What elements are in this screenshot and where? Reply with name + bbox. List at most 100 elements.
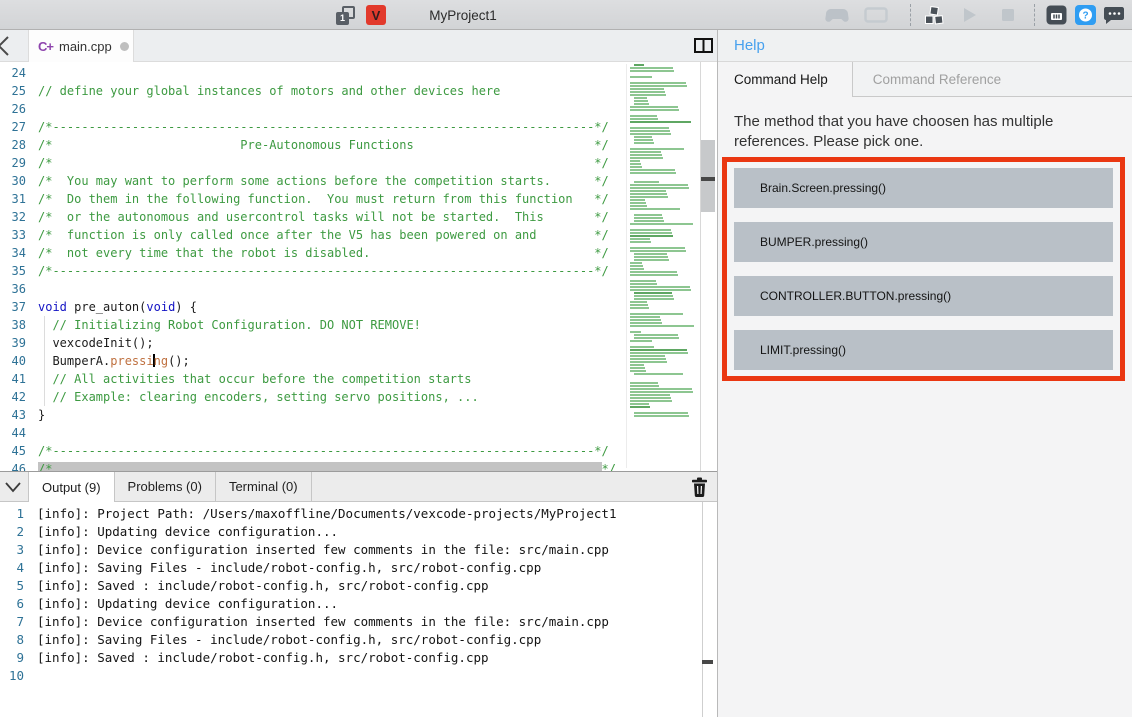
minimap[interactable] bbox=[626, 64, 698, 468]
code-segment: void bbox=[38, 300, 67, 314]
code-segment: /* bbox=[38, 462, 602, 471]
code-line[interactable]: 33/* function is only called once after … bbox=[0, 226, 616, 244]
code-line[interactable]: 30/* You may want to perform some action… bbox=[0, 172, 616, 190]
collapse-panel-button[interactable] bbox=[4, 480, 22, 499]
code-editor[interactable]: 2425// define your global instances of m… bbox=[0, 62, 717, 471]
editor-scrollbar-thumb[interactable] bbox=[701, 140, 715, 212]
code-line[interactable]: 34/* not every time that the robot is di… bbox=[0, 244, 616, 262]
reference-option-3[interactable]: CONTROLLER.BUTTON.pressing() bbox=[734, 276, 1113, 316]
help-button[interactable]: ? bbox=[1073, 0, 1097, 30]
minimap-line bbox=[630, 133, 671, 135]
line-number: 35 bbox=[0, 262, 26, 280]
code-line[interactable]: 26 bbox=[0, 100, 616, 118]
minimap-line bbox=[630, 154, 662, 156]
clear-output-button[interactable] bbox=[691, 477, 708, 502]
code-segment: pressi bbox=[110, 354, 153, 368]
line-number: 42 bbox=[0, 388, 26, 406]
tab-output[interactable]: Output (9) bbox=[28, 472, 115, 502]
slot-selector-button[interactable]: 1 bbox=[336, 0, 360, 30]
minimap-line bbox=[630, 385, 659, 387]
code-line[interactable]: 42 // Example: clearing encoders, settin… bbox=[0, 388, 616, 406]
minimap-line bbox=[630, 406, 650, 408]
tab-problems[interactable]: Problems (0) bbox=[115, 472, 216, 501]
minimap-line bbox=[630, 106, 678, 108]
code-line[interactable]: 39 vexcodeInit(); bbox=[0, 334, 616, 352]
output-line-text: [info]: Project Path: /Users/maxoffline/… bbox=[37, 506, 616, 521]
tab-terminal[interactable]: Terminal (0) bbox=[216, 472, 312, 501]
svg-text:?: ? bbox=[1082, 11, 1088, 22]
code-line[interactable]: 31/* Do them in the following function. … bbox=[0, 190, 616, 208]
code-segment: vexcodeInit(); bbox=[38, 336, 154, 350]
device-info-button[interactable] bbox=[1044, 0, 1068, 30]
minimap-line bbox=[630, 286, 690, 288]
stop-button[interactable] bbox=[999, 0, 1017, 30]
code-segment: /* not every time that the robot is disa… bbox=[38, 246, 609, 260]
code-line[interactable]: 24 bbox=[0, 64, 616, 82]
minimap-line bbox=[634, 292, 672, 294]
code-line[interactable]: 25// define your global instances of mot… bbox=[0, 82, 616, 100]
code-line[interactable]: 38 // Initializing Robot Configuration. … bbox=[0, 316, 616, 334]
minimap-line bbox=[630, 283, 657, 285]
run-button[interactable] bbox=[960, 0, 980, 30]
download-button[interactable] bbox=[922, 0, 946, 30]
minimap-line bbox=[634, 415, 689, 417]
vex-logo-button[interactable]: V bbox=[366, 0, 386, 30]
code-segment: pre_auton( bbox=[67, 300, 146, 314]
reference-option-1[interactable]: Brain.Screen.pressing() bbox=[734, 168, 1113, 208]
controller-button[interactable] bbox=[824, 0, 850, 30]
help-panel: Help Command Help Command Reference The … bbox=[717, 30, 1132, 717]
help-panel-header: Help bbox=[718, 30, 1132, 62]
line-number: 32 bbox=[0, 208, 26, 226]
code-line[interactable]: 28/* Pre-Autonomous Functions */ bbox=[0, 136, 616, 154]
reference-option-2[interactable]: BUMPER.pressing() bbox=[734, 222, 1113, 262]
brain-screen-button[interactable] bbox=[863, 0, 889, 30]
output-line-number: 10 bbox=[0, 667, 24, 685]
minimap-line bbox=[634, 214, 662, 216]
output-scrollbar-track[interactable] bbox=[702, 502, 703, 717]
code-line[interactable]: 40 BumperA.pressing(); bbox=[0, 352, 616, 370]
code-line[interactable]: 37void pre_auton(void) { bbox=[0, 298, 616, 316]
code-line[interactable]: 27/*------------------------------------… bbox=[0, 118, 616, 136]
output-console[interactable]: 1[info]: Project Path: /Users/maxoffline… bbox=[0, 502, 717, 717]
minimap-line bbox=[634, 412, 688, 414]
minimap-line bbox=[630, 172, 676, 174]
tab-command-reference[interactable]: Command Reference bbox=[853, 62, 1021, 96]
code-segment: /* Pre-Autonomous Functions */ bbox=[38, 138, 609, 152]
code-line[interactable]: 45/*------------------------------------… bbox=[0, 442, 616, 460]
minimap-line bbox=[630, 268, 644, 270]
code-line[interactable]: 43} bbox=[0, 406, 616, 424]
split-editor-button[interactable] bbox=[694, 38, 713, 58]
code-line[interactable]: 29/* */ bbox=[0, 154, 616, 172]
code-line[interactable]: 44 bbox=[0, 424, 616, 442]
minimap-line bbox=[630, 67, 673, 69]
tab-main-cpp[interactable]: C+ main.cpp bbox=[28, 30, 134, 62]
back-button[interactable] bbox=[0, 35, 11, 62]
editor-scrollbar-track[interactable] bbox=[700, 62, 717, 471]
output-line: 9[info]: Saved : include/robot-config.h,… bbox=[0, 649, 717, 667]
code-line[interactable]: 35/*------------------------------------… bbox=[0, 262, 616, 280]
output-line-text: [info]: Updating device configuration... bbox=[37, 524, 338, 539]
code-segment: /*--------------------------------------… bbox=[38, 444, 609, 458]
minimap-line bbox=[634, 217, 663, 219]
code-line[interactable]: 36 bbox=[0, 280, 616, 298]
line-number: 30 bbox=[0, 172, 26, 190]
output-line-text: [info]: Saving Files - include/robot-con… bbox=[37, 632, 541, 647]
code-line[interactable]: 41 // All activities that occur before t… bbox=[0, 370, 616, 388]
tab-command-help[interactable]: Command Help bbox=[718, 62, 853, 97]
minimap-line bbox=[630, 280, 656, 282]
minimap-line bbox=[630, 94, 666, 96]
output-line-number: 5 bbox=[0, 577, 24, 595]
minimap-line bbox=[634, 298, 674, 300]
minimap-line bbox=[630, 349, 687, 351]
help-tabs: Command Help Command Reference bbox=[718, 62, 1132, 97]
minimap-line bbox=[630, 229, 671, 231]
code-line[interactable]: 46/* */ bbox=[0, 460, 616, 471]
output-line-number: 7 bbox=[0, 613, 24, 631]
code-segment: ng bbox=[154, 354, 168, 368]
line-number: 38 bbox=[0, 316, 26, 334]
reference-option-4[interactable]: LIMIT.pressing() bbox=[734, 330, 1113, 370]
feedback-button[interactable] bbox=[1102, 0, 1126, 30]
code-line[interactable]: 32/* or the autonomous and usercontrol t… bbox=[0, 208, 616, 226]
minimap-line bbox=[630, 76, 652, 78]
minimap-line bbox=[634, 136, 652, 138]
